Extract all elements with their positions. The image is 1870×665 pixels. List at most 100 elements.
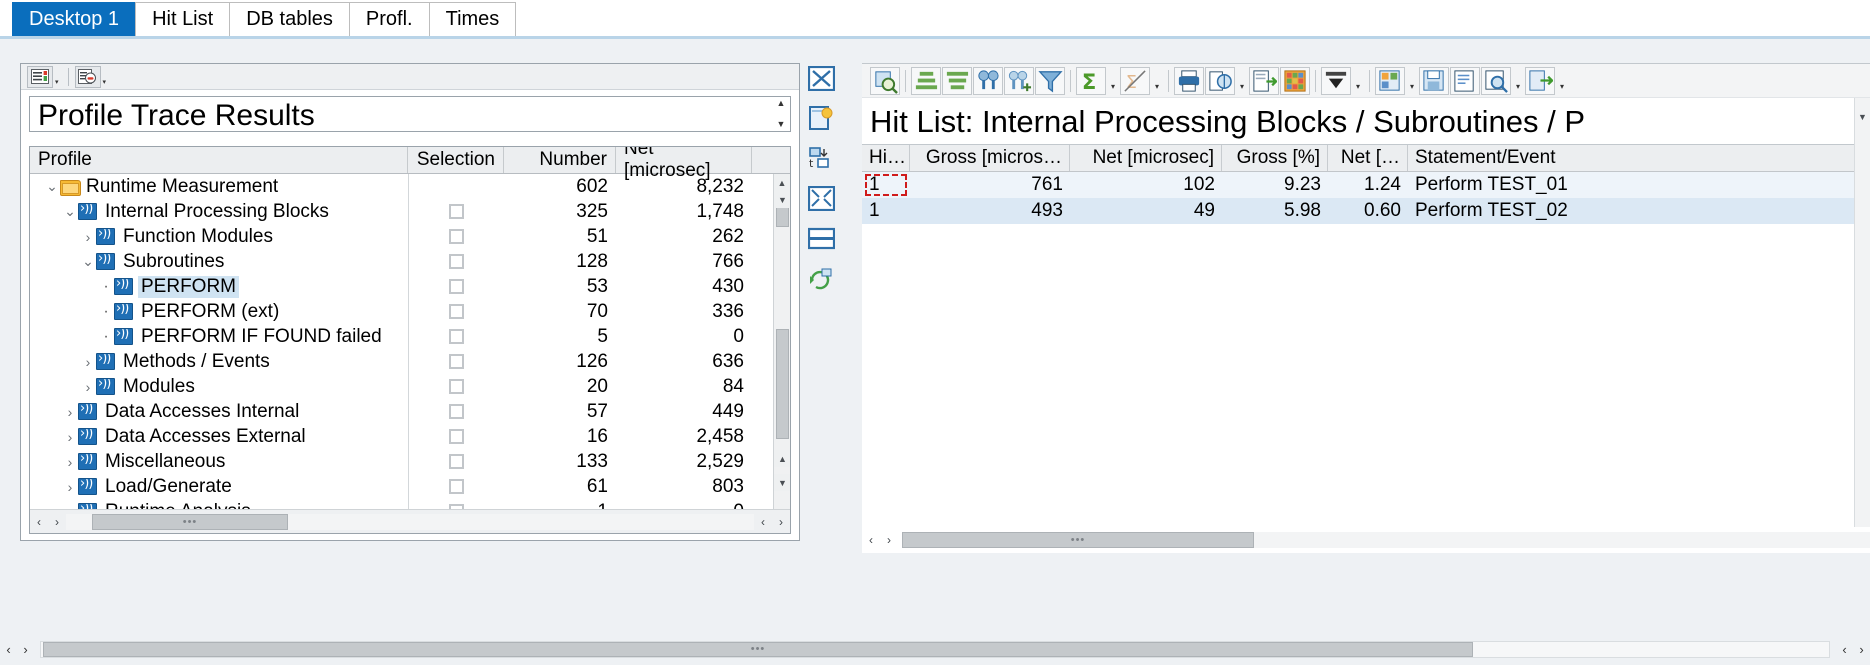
window-hscroll-left-secondary-icon[interactable]: ‹ bbox=[1836, 642, 1853, 657]
tree-row[interactable]: · PERFORM 53 430 bbox=[30, 274, 790, 299]
selection-cell[interactable] bbox=[408, 299, 504, 324]
select-layout-icon[interactable] bbox=[1321, 66, 1351, 95]
tree-node[interactable]: · PERFORM IF FOUND failed bbox=[30, 326, 408, 348]
goto-dropdown-caret-icon[interactable]: ▾ bbox=[1556, 67, 1568, 95]
save-layout-icon[interactable] bbox=[1419, 66, 1449, 95]
tree-row[interactable]: · PERFORM (ext) 70 336 bbox=[30, 299, 790, 324]
sort-ascending-icon[interactable] bbox=[911, 66, 941, 95]
column-header-gross-pct[interactable]: Gross [%] bbox=[1222, 145, 1328, 171]
list-dropdown-caret-icon[interactable]: ▾ bbox=[55, 78, 59, 89]
profile-horizontal-scrollbar[interactable]: ‹ › ••• ‹ › bbox=[30, 509, 790, 533]
new-document-icon[interactable] bbox=[804, 103, 838, 133]
split-horizontal-icon[interactable] bbox=[804, 223, 838, 253]
window-hscroll-right-icon[interactable]: › bbox=[17, 642, 34, 657]
change-layout-icon[interactable] bbox=[1375, 66, 1405, 95]
tree-row[interactable]: › Methods / Events 126 636 bbox=[30, 349, 790, 374]
selection-checkbox[interactable] bbox=[449, 454, 464, 469]
scroll-up-icon[interactable]: ▲ bbox=[774, 174, 790, 191]
tab-db-tables[interactable]: DB tables bbox=[229, 2, 350, 36]
selection-cell[interactable] bbox=[408, 349, 504, 374]
tab-times[interactable]: Times bbox=[428, 2, 517, 36]
find-next-icon[interactable] bbox=[1004, 66, 1034, 95]
hit-list-horizontal-scrollbar[interactable]: ‹ › ••• bbox=[862, 527, 1870, 553]
total-sum-icon[interactable]: Σ bbox=[1076, 66, 1106, 95]
column-header-net[interactable]: Net [microsec] bbox=[616, 147, 752, 181]
close-panel-icon[interactable] bbox=[804, 63, 838, 93]
selection-cell[interactable] bbox=[408, 374, 504, 399]
select-layout-dropdown-caret-icon[interactable]: ▾ bbox=[1352, 67, 1364, 95]
tab-profl[interactable]: Profl. bbox=[348, 2, 430, 36]
hscroll-left-icon[interactable]: ‹ bbox=[30, 515, 48, 529]
column-header-net-pct[interactable]: Net [… bbox=[1328, 145, 1408, 171]
tree-node[interactable]: › Load/Generate bbox=[30, 476, 408, 498]
profile-vertical-scrollbar[interactable]: ▲ ▼ ▲ ▼ bbox=[773, 174, 790, 533]
chevron-right-icon[interactable]: › bbox=[80, 354, 96, 370]
chevron-right-icon[interactable]: › bbox=[62, 429, 78, 445]
tree-node[interactable]: ⌄ Subroutines bbox=[30, 251, 408, 273]
tab-desktop-1[interactable]: Desktop 1 bbox=[12, 2, 137, 36]
selection-checkbox[interactable] bbox=[449, 329, 464, 344]
selection-checkbox[interactable] bbox=[449, 479, 464, 494]
tab-hit-list[interactable]: Hit List bbox=[135, 2, 231, 36]
selection-cell[interactable] bbox=[408, 224, 504, 249]
selection-cell[interactable] bbox=[408, 274, 504, 299]
hscroll-right-secondary-icon[interactable]: › bbox=[772, 515, 790, 529]
tree-row[interactable]: ⌄ Subroutines 128 766 bbox=[30, 249, 790, 274]
total-sum-dropdown-caret-icon[interactable]: ▾ bbox=[1107, 67, 1119, 95]
tree-node[interactable]: · PERFORM bbox=[30, 275, 408, 298]
hit-hscroll-right-icon[interactable]: › bbox=[880, 533, 898, 547]
zoom-dropdown-caret-icon[interactable]: ▾ bbox=[1512, 67, 1524, 95]
selection-checkbox[interactable] bbox=[449, 404, 464, 419]
tree-row[interactable]: ⌄ Runtime Measurement 602 8,232 bbox=[30, 174, 790, 199]
tree-row[interactable]: ⌄ Internal Processing Blocks 325 1,748 bbox=[30, 199, 790, 224]
selection-cell[interactable] bbox=[408, 399, 504, 424]
tree-row[interactable]: › Load/Generate 61 803 bbox=[30, 474, 790, 499]
move-row-icon[interactable]: t bbox=[804, 143, 838, 173]
print-preview-icon[interactable] bbox=[1205, 66, 1235, 95]
display-source-icon[interactable] bbox=[1450, 66, 1480, 95]
tree-node[interactable]: › Miscellaneous bbox=[30, 451, 408, 473]
tree-node[interactable]: › Data Accesses Internal bbox=[30, 401, 408, 423]
export-icon[interactable] bbox=[1249, 66, 1279, 95]
column-header-selection[interactable]: Selection bbox=[408, 147, 504, 173]
chevron-right-icon[interactable]: › bbox=[62, 454, 78, 470]
hscroll-track[interactable]: ••• bbox=[66, 513, 754, 530]
print-icon[interactable] bbox=[1174, 66, 1204, 95]
refresh-sort-icon[interactable] bbox=[804, 263, 838, 293]
selection-checkbox[interactable] bbox=[449, 429, 464, 444]
subtotal-icon[interactable]: Σ bbox=[1120, 66, 1150, 95]
chevron-down-icon[interactable]: ⌄ bbox=[44, 178, 60, 195]
tree-node[interactable]: · PERFORM (ext) bbox=[30, 301, 408, 323]
subtotal-dropdown-caret-icon[interactable]: ▾ bbox=[1151, 67, 1163, 95]
zoom-icon[interactable] bbox=[1481, 66, 1511, 95]
vertical-scroll-thumb-lower[interactable] bbox=[776, 329, 789, 439]
selection-checkbox[interactable] bbox=[449, 379, 464, 394]
tree-node[interactable]: › Function Modules bbox=[30, 226, 408, 248]
chevron-right-icon[interactable]: › bbox=[62, 404, 78, 420]
chevron-right-icon[interactable]: › bbox=[62, 479, 78, 495]
selection-checkbox[interactable] bbox=[449, 354, 464, 369]
chevron-down-icon[interactable]: ⌄ bbox=[80, 253, 96, 270]
tree-node[interactable]: › Methods / Events bbox=[30, 351, 408, 373]
selection-checkbox[interactable] bbox=[449, 204, 464, 219]
maximize-panel-icon[interactable] bbox=[804, 183, 838, 213]
selection-checkbox[interactable] bbox=[449, 279, 464, 294]
selection-checkbox[interactable] bbox=[449, 304, 464, 319]
print-preview-dropdown-caret-icon[interactable]: ▾ bbox=[1236, 67, 1248, 95]
chevron-right-icon[interactable]: › bbox=[80, 229, 96, 245]
detail-dropdown-caret-icon[interactable]: ▾ bbox=[103, 78, 107, 89]
sort-descending-icon[interactable] bbox=[942, 66, 972, 95]
hit-hscroll-track[interactable]: ••• bbox=[902, 532, 1870, 548]
tree-row[interactable]: › Data Accesses Internal 57 449 bbox=[30, 399, 790, 424]
tree-row[interactable]: · PERFORM IF FOUND failed 5 0 bbox=[30, 324, 790, 349]
chevron-down-icon[interactable]: ⌄ bbox=[62, 203, 78, 220]
scroll-up-secondary-icon[interactable]: ▲ bbox=[774, 450, 790, 467]
tree-row[interactable]: › Data Accesses External 16 2,458 bbox=[30, 424, 790, 449]
selection-checkbox[interactable] bbox=[449, 229, 464, 244]
selection-cell[interactable] bbox=[408, 424, 504, 449]
window-hscroll-left-icon[interactable]: ‹ bbox=[0, 642, 17, 657]
list-with-status-icon[interactable] bbox=[27, 65, 53, 88]
selection-cell[interactable] bbox=[408, 449, 504, 474]
hit-hscroll-left-icon[interactable]: ‹ bbox=[862, 533, 880, 547]
window-hscroll-thumb[interactable]: ••• bbox=[43, 641, 1473, 657]
